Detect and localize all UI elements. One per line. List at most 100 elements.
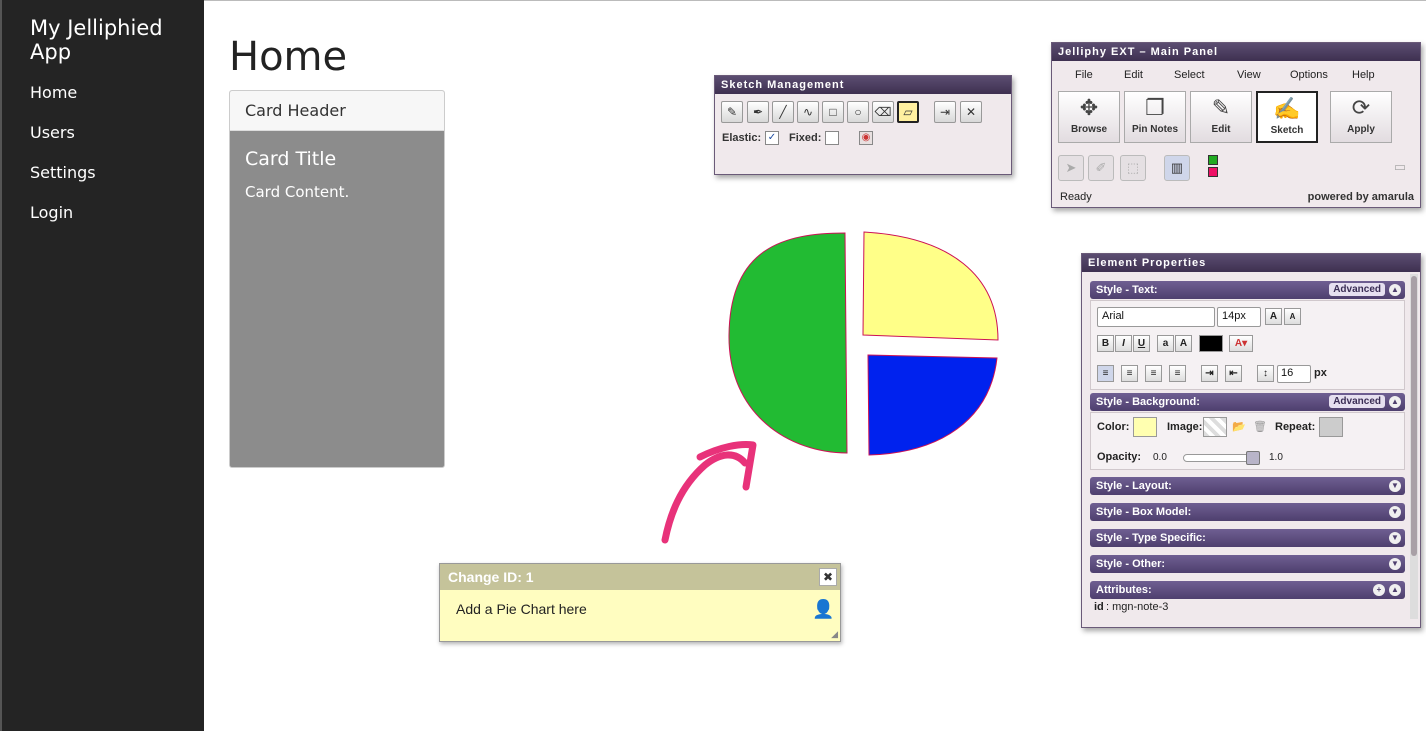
layout-toggle-icon[interactable]: ▥ bbox=[1164, 155, 1190, 181]
props-scrollbar-thumb[interactable] bbox=[1411, 276, 1417, 556]
pencil-icon[interactable]: ✎ bbox=[721, 101, 743, 123]
text-color-swatch[interactable] bbox=[1199, 335, 1223, 352]
nav-settings[interactable]: Settings bbox=[30, 163, 96, 182]
color-swatch-icon[interactable] bbox=[1204, 155, 1222, 181]
chevron-up-icon[interactable]: ▲ bbox=[1389, 584, 1401, 596]
menu-help[interactable]: Help bbox=[1352, 69, 1375, 81]
bg-image-swatch[interactable] bbox=[1203, 417, 1227, 437]
section-attributes[interactable]: Attributes: + ▲ bbox=[1090, 581, 1405, 599]
font-decrease-icon[interactable]: A bbox=[1284, 308, 1301, 325]
pin-icon[interactable]: ✐ bbox=[1088, 155, 1114, 181]
card-title: Card Title bbox=[245, 148, 337, 170]
menu-file[interactable]: File bbox=[1075, 69, 1093, 81]
apply-cycle-icon: ⟳ bbox=[1351, 95, 1371, 120]
bg-color-swatch[interactable] bbox=[1133, 417, 1157, 437]
section-style-other[interactable]: Style - Other: ▼ bbox=[1090, 555, 1405, 573]
chevron-down-icon[interactable]: ▼ bbox=[1389, 532, 1401, 544]
bg-repeat-swatch[interactable] bbox=[1319, 417, 1343, 437]
browse-button[interactable]: ✥ Browse bbox=[1058, 91, 1120, 143]
folder-icon[interactable]: 📂 bbox=[1232, 420, 1246, 433]
indent-icon[interactable]: ⇥ bbox=[1201, 365, 1218, 382]
props-panel-title[interactable]: Element Properties bbox=[1082, 254, 1420, 272]
menu-edit[interactable]: Edit bbox=[1124, 69, 1143, 81]
rectangle-icon[interactable]: □ bbox=[822, 101, 844, 123]
jelliphy-main-panel[interactable]: Jelliphy EXT – Main Panel File Edit Sele… bbox=[1051, 42, 1421, 208]
italic-icon[interactable]: I bbox=[1115, 335, 1132, 352]
outdent-icon[interactable]: ⇤ bbox=[1225, 365, 1242, 382]
section-style-layout[interactable]: Style - Layout: ▼ bbox=[1090, 477, 1405, 495]
select-pointer-icon[interactable]: ➤ bbox=[1058, 155, 1084, 181]
nav-login[interactable]: Login bbox=[30, 203, 73, 222]
edit-button[interactable]: ✎ Edit bbox=[1190, 91, 1252, 143]
chevron-down-icon[interactable]: ▼ bbox=[1389, 558, 1401, 570]
menu-options[interactable]: Options bbox=[1290, 69, 1328, 81]
add-icon[interactable]: + bbox=[1373, 584, 1385, 596]
status-text: Ready bbox=[1060, 191, 1092, 203]
pencil-icon: ✎ bbox=[1211, 95, 1231, 120]
opacity-slider-handle[interactable] bbox=[1246, 451, 1260, 465]
app-title[interactable]: My Jelliphied App bbox=[30, 16, 190, 64]
section-style-background[interactable]: Style - Background: Advanced ▲ bbox=[1090, 393, 1405, 411]
curve-icon[interactable]: ∿ bbox=[797, 101, 819, 123]
close-icon[interactable]: ✖ bbox=[819, 568, 837, 586]
pin-notes-button[interactable]: ❐ Pin Notes bbox=[1124, 91, 1186, 143]
sketch-canvas[interactable] bbox=[650, 225, 1010, 550]
section-style-box-model[interactable]: Style - Box Model: ▼ bbox=[1090, 503, 1405, 521]
menu-view[interactable]: View bbox=[1237, 69, 1261, 81]
opacity-slider[interactable] bbox=[1183, 451, 1260, 465]
ellipse-icon[interactable]: ○ bbox=[847, 101, 869, 123]
line-height-input[interactable]: 16 bbox=[1277, 365, 1311, 383]
chevron-up-icon[interactable]: ▲ bbox=[1389, 396, 1401, 408]
sketch-management-panel[interactable]: Sketch Management ✎ ✒ ╱ ∿ □ ○ ⌫ ▱ ⇥ ✕ El… bbox=[714, 75, 1012, 175]
elastic-checkbox[interactable]: ✓ bbox=[765, 131, 779, 145]
marquee-icon[interactable]: ⬚ bbox=[1120, 155, 1146, 181]
sketch-panel-title[interactable]: Sketch Management bbox=[715, 76, 1011, 94]
main-panel-title[interactable]: Jelliphy EXT – Main Panel bbox=[1052, 43, 1420, 61]
align-justify-icon[interactable]: ≡ bbox=[1169, 365, 1186, 382]
section-style-text[interactable]: Style - Text: Advanced ▲ bbox=[1090, 281, 1405, 299]
line-height-unit: px bbox=[1314, 367, 1327, 379]
resize-handle-icon[interactable]: ◢ bbox=[831, 629, 838, 640]
font-size-select[interactable]: 14px bbox=[1217, 307, 1261, 327]
line-height-icon[interactable]: ↕ bbox=[1257, 365, 1274, 382]
lowercase-icon[interactable]: a bbox=[1157, 335, 1174, 352]
eraser-icon[interactable]: ⌫ bbox=[872, 101, 894, 123]
bg-advanced-button[interactable]: Advanced bbox=[1329, 395, 1385, 408]
align-center-icon[interactable]: ≡ bbox=[1121, 365, 1138, 382]
opacity-label: Opacity: bbox=[1097, 451, 1142, 463]
apply-button[interactable]: ⟳ Apply bbox=[1330, 91, 1392, 143]
menu-select[interactable]: Select bbox=[1174, 69, 1205, 81]
align-right-icon[interactable]: ≡ bbox=[1145, 365, 1162, 382]
line-icon[interactable]: ╱ bbox=[772, 101, 794, 123]
change-note[interactable]: Change ID: 1 ✖ Add a Pie Chart here 👤 ◢ bbox=[439, 563, 841, 642]
palette-icon[interactable]: ◉ bbox=[859, 131, 873, 145]
bold-icon[interactable]: B bbox=[1097, 335, 1114, 352]
nav-home[interactable]: Home bbox=[30, 83, 77, 102]
font-increase-icon[interactable]: A bbox=[1265, 308, 1282, 325]
fixed-checkbox[interactable] bbox=[825, 131, 839, 145]
minimize-icon[interactable]: ▭ bbox=[1387, 155, 1413, 181]
attr-key: id bbox=[1094, 601, 1104, 613]
text-highlight-icon[interactable]: A▾ bbox=[1229, 335, 1253, 352]
chevron-up-icon[interactable]: ▲ bbox=[1389, 284, 1401, 296]
note-text[interactable]: Add a Pie Chart here bbox=[456, 601, 587, 617]
text-advanced-button[interactable]: Advanced bbox=[1329, 283, 1385, 296]
trash-icon[interactable]: 🗑 bbox=[1253, 420, 1267, 433]
chevron-down-icon[interactable]: ▼ bbox=[1389, 480, 1401, 492]
note-header[interactable]: Change ID: 1 bbox=[440, 564, 840, 590]
element-properties-panel[interactable]: Element Properties Style - Text: Advance… bbox=[1081, 253, 1421, 628]
sketch-button[interactable]: ✍ Sketch bbox=[1256, 91, 1318, 143]
align-left-icon[interactable]: ≡ bbox=[1097, 365, 1114, 382]
sketch-arrow-stroke bbox=[661, 451, 749, 544]
marker-icon[interactable]: ✒ bbox=[747, 101, 769, 123]
uppercase-icon[interactable]: A bbox=[1175, 335, 1192, 352]
nav-users[interactable]: Users bbox=[30, 123, 75, 142]
underline-icon[interactable]: U bbox=[1133, 335, 1150, 352]
chevron-down-icon[interactable]: ▼ bbox=[1389, 506, 1401, 518]
section-style-type-specific[interactable]: Style - Type Specific: ▼ bbox=[1090, 529, 1405, 547]
card-header: Card Header bbox=[230, 91, 444, 131]
note-shape-icon[interactable]: ▱ bbox=[897, 101, 919, 123]
clear-icon[interactable]: ✕ bbox=[960, 101, 982, 123]
font-family-select[interactable]: Arial bbox=[1097, 307, 1215, 327]
export-icon[interactable]: ⇥ bbox=[934, 101, 956, 123]
